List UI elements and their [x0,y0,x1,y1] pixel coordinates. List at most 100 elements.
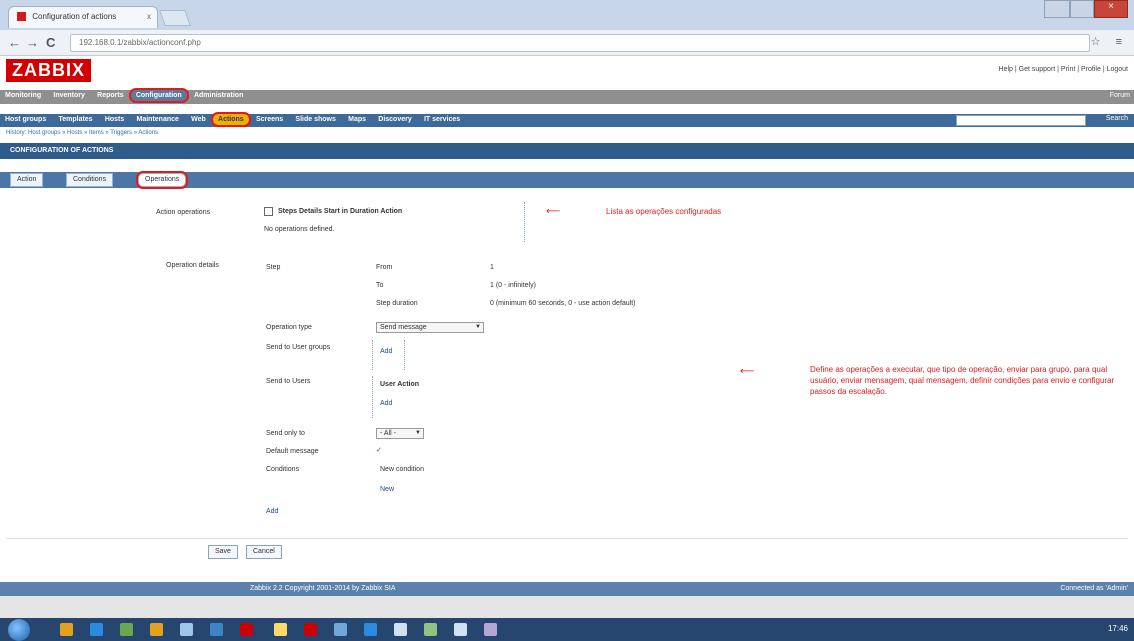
submenu-hosts[interactable]: Hosts [100,114,129,125]
app-icon[interactable] [394,623,407,636]
submenu-maintenance[interactable]: Maintenance [132,114,184,125]
minimize-button[interactable] [1044,0,1070,18]
browser-tab-strip: Configuration of actions x × [0,0,1134,30]
users-divider [372,376,373,418]
page-bottom-space [0,596,1134,618]
back-arrow-icon[interactable]: ← [8,35,21,50]
add-user-link[interactable]: Add [380,400,392,407]
step-duration-input[interactable]: 0 (minimum 60 seconds, 0 - use action de… [490,300,636,307]
default-message-checkbox[interactable]: ✓ [376,446,382,454]
app-icon[interactable] [424,623,437,636]
submenu-slide-shows[interactable]: Slide shows [290,114,340,125]
top-links[interactable]: Help | Get support | Print | Profile | L… [999,66,1128,73]
save-button[interactable]: Save [208,545,238,559]
send-user-groups-label: Send to User groups [266,344,331,351]
from-input[interactable]: 1 [490,264,494,271]
tab-operations[interactable]: Operations [135,171,189,189]
start-button-icon[interactable] [8,619,30,641]
app-icon[interactable] [334,623,347,636]
browser-tab[interactable]: Configuration of actions x [8,6,158,28]
new-condition-text: New condition [380,466,424,473]
browser-menu-icons[interactable]: ☆ ≡ [1091,35,1128,48]
app-icon[interactable] [120,623,133,636]
close-window-button[interactable]: × [1094,0,1128,18]
operation-type-label: Operation type [266,324,312,331]
page-footer: Zabbix 2.2 Copyright 2001-2014 by Zabbix… [0,582,1134,596]
clock[interactable]: 17:46 [1108,624,1128,633]
submenu-templates[interactable]: Templates [53,114,97,125]
menu-reports[interactable]: Reports [92,90,128,101]
app-icon[interactable] [454,623,467,636]
explorer-icon[interactable] [60,623,73,636]
folder-icon[interactable] [150,623,163,636]
submenu-maps[interactable]: Maps [343,114,371,125]
sub-menu: Host groups Templates Hosts Maintenance … [0,112,1134,127]
zabbix-favicon-icon [17,12,26,22]
send-users-label: Send to Users [266,378,311,385]
footer-copyright[interactable]: Zabbix 2.2 Copyright 2001-2014 by Zabbix… [250,585,396,592]
send-only-to-select[interactable]: - All - ▼ [376,428,424,439]
annotation-arrow-top: ⟵ [546,206,561,217]
forward-arrow-icon[interactable]: → [26,35,39,50]
app-icon[interactable] [304,623,317,636]
browser-toolbar: ← → C 192.168.0.1/zabbix/actionconf.php … [0,30,1134,56]
submenu-host-groups[interactable]: Host groups [0,114,51,125]
chevron-down-icon: ▼ [415,430,421,436]
submenu-screens[interactable]: Screens [251,114,288,125]
default-message-label: Default message [266,448,319,455]
zabbix-logo[interactable]: ZABBIX [6,59,91,82]
maximize-button[interactable] [1070,0,1094,18]
user-groups-divider-left [372,340,373,370]
add-operation-link[interactable]: Add [266,508,278,515]
operation-details-label: Operation details [166,262,219,269]
app-icon[interactable] [210,623,223,636]
history-breadcrumb[interactable]: History: Host groups » Hosts » Items » T… [0,128,1134,139]
submenu-it-services[interactable]: IT services [419,114,465,125]
zabbix-header: ZABBIX Help | Get support | Print | Prof… [0,56,1134,82]
from-label: From [376,264,393,271]
reload-icon[interactable]: C [46,35,55,50]
app-icon[interactable] [364,623,377,636]
app-icon[interactable] [274,623,287,636]
operations-table-header: Steps Details Start in Duration Action [278,208,403,215]
chrome-icon[interactable] [240,623,253,636]
operations-select-all-checkbox[interactable] [264,207,273,216]
to-input[interactable]: 1 (0 - infinitely) [490,282,536,289]
app-icon[interactable] [180,623,193,636]
tab-action[interactable]: Action [10,173,44,187]
tab-close-icon[interactable]: x [147,12,151,21]
search-button[interactable]: Search [1106,115,1128,122]
ie-icon[interactable] [90,623,103,636]
annotation-right-text: Define as operações a executar, que tipo… [810,365,1115,396]
footer-connected-user: Connected as 'Admin' [1060,585,1128,592]
no-operations-text: No operations defined. [264,226,335,233]
address-bar[interactable]: 192.168.0.1/zabbix/actionconf.php [70,34,1090,52]
users-table-header: User Action [380,381,420,388]
menu-monitoring[interactable]: Monitoring [0,90,46,101]
search-input[interactable] [956,115,1086,126]
main-menu: Monitoring Inventory Reports Configurati… [0,88,1134,104]
cancel-button[interactable]: Cancel [246,545,282,559]
menu-configuration[interactable]: Configuration [128,88,189,103]
new-tab-button[interactable] [159,10,191,26]
submenu-discovery[interactable]: Discovery [373,114,416,125]
submenu-actions[interactable]: Actions [211,112,251,127]
menu-administration[interactable]: Administration [189,90,248,101]
operations-divider [524,202,525,242]
windows-taskbar: 17:46 [0,618,1134,641]
menu-forum-link[interactable]: Forum [1110,92,1130,99]
tab-conditions[interactable]: Conditions [66,173,114,187]
chevron-down-icon: ▼ [475,324,481,330]
form-buttons: Save Cancel [6,538,1128,564]
annotation-top-text: Lista as operações configuradas [606,207,722,216]
window-controls: × [1044,0,1128,18]
menu-inventory[interactable]: Inventory [48,90,90,101]
app-icon[interactable] [484,623,497,636]
submenu-web[interactable]: Web [186,114,211,125]
operations-form: Action operations Steps Details Start in… [6,190,1128,535]
page-title: CONFIGURATION OF ACTIONS [0,143,1134,159]
new-condition-link[interactable]: New [380,486,394,493]
annotation-arrow-right: ⟵ [740,366,755,377]
add-user-group-link[interactable]: Add [380,348,392,355]
operation-type-select[interactable]: Send message ▼ [376,322,484,333]
